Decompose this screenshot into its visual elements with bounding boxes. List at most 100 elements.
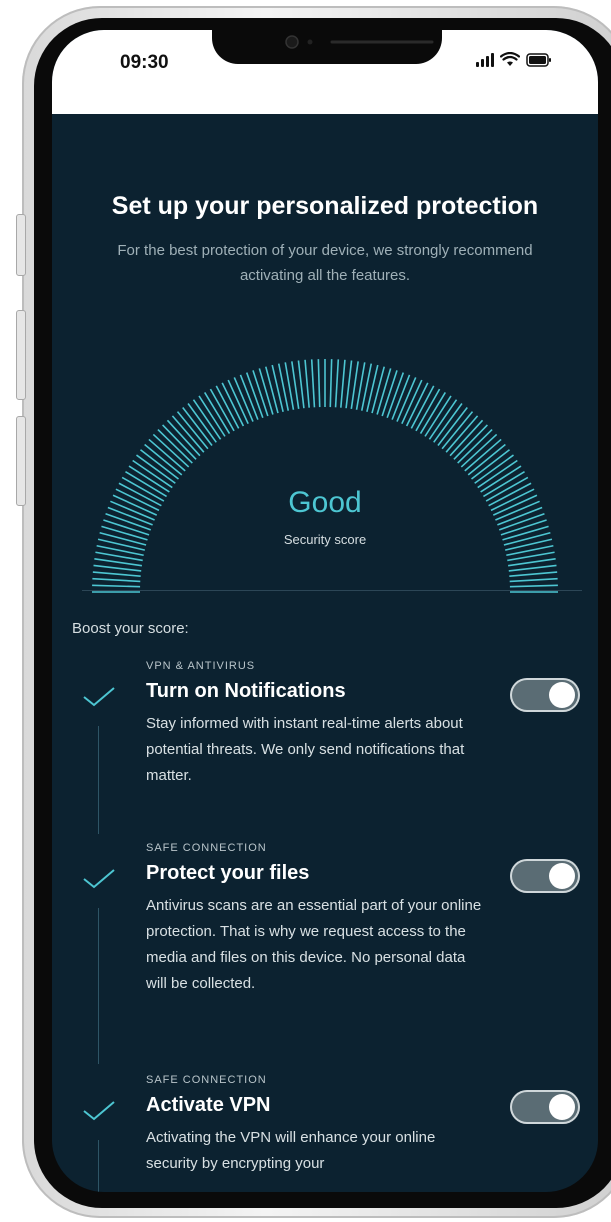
signal-icon xyxy=(476,53,494,67)
gauge-tick xyxy=(477,459,518,489)
timeline-line xyxy=(98,726,99,834)
gauge-tick xyxy=(152,433,190,468)
gauge-tick xyxy=(132,459,173,489)
gauge-tick xyxy=(148,438,186,472)
gauge-tick xyxy=(192,399,222,440)
notifications-toggle[interactable] xyxy=(510,678,580,712)
security-score-gauge xyxy=(92,359,558,593)
side-button-volume-down xyxy=(16,416,26,506)
gauge-tick xyxy=(166,419,201,457)
files-toggle[interactable] xyxy=(510,859,580,893)
gauge-tick xyxy=(182,407,213,446)
gauge-tick xyxy=(334,359,340,408)
gauge-tick xyxy=(317,359,321,408)
gauge-tick xyxy=(508,564,557,572)
check-icon xyxy=(83,687,115,707)
gauge-tick xyxy=(171,415,205,453)
feature-item-notifications: VPN & ANTIVIRUS Turn on Notifications St… xyxy=(52,654,598,834)
feature-description: Antivirus scans are an essential part of… xyxy=(146,897,482,992)
side-button-volume-up xyxy=(16,310,26,400)
gauge-tick xyxy=(449,419,484,457)
timeline-line xyxy=(98,908,99,1064)
feature-category: VPN & ANTIVIRUS xyxy=(146,660,256,672)
feature-item-vpn: SAFE CONNECTION Activate VPN Activating … xyxy=(52,1066,598,1192)
status-bar: 09:30 xyxy=(52,30,598,114)
gauge-tick xyxy=(509,584,558,588)
screen: 09:30 Set up your personalized protectio… xyxy=(52,30,598,1192)
camera-icon xyxy=(285,35,434,49)
gauge-tick xyxy=(366,364,379,412)
gauge-tick xyxy=(258,368,274,415)
page-title: Set up your personalized protection xyxy=(111,192,539,220)
gauge-tick xyxy=(271,364,284,412)
gauge-tick xyxy=(445,415,479,453)
gauge-tick xyxy=(297,360,305,409)
gauge-tick xyxy=(92,577,141,583)
feature-title: Protect your files xyxy=(146,862,310,884)
gauge-tick xyxy=(371,366,386,414)
divider xyxy=(82,590,582,591)
gauge-tick xyxy=(340,359,346,408)
gauge-tick xyxy=(209,388,235,432)
battery-icon xyxy=(526,53,551,67)
status-time: 09:30 xyxy=(120,52,169,73)
status-icons xyxy=(476,52,552,68)
boost-heading: Boost your score: xyxy=(72,620,189,637)
gauge-tick xyxy=(157,429,193,464)
gauge-tick xyxy=(453,424,488,460)
check-icon xyxy=(83,869,115,889)
gauge-tick xyxy=(92,584,141,588)
feature-description: Activating the VPN will enhance your onl… xyxy=(146,1129,436,1172)
gauge-tick xyxy=(509,571,558,577)
feature-category: SAFE CONNECTION xyxy=(146,1074,267,1086)
wifi-icon xyxy=(500,52,520,66)
timeline-line xyxy=(98,1140,99,1192)
gauge-tick xyxy=(457,429,493,464)
toggle-knob xyxy=(549,1094,575,1120)
gauge-tick xyxy=(415,388,441,432)
notch xyxy=(212,30,442,64)
feature-category: SAFE CONNECTION xyxy=(146,842,267,854)
gauge-tick xyxy=(140,449,179,480)
security-score-value: Good xyxy=(288,486,362,519)
side-button-mute xyxy=(16,214,26,276)
gauge-tick xyxy=(345,360,353,409)
security-score-label: Security score xyxy=(283,532,367,547)
gauge-tick xyxy=(329,359,333,408)
feature-title: Activate VPN xyxy=(146,1094,271,1116)
gauge-tick xyxy=(433,403,463,443)
gauge-tick xyxy=(198,395,226,437)
gauge-tick xyxy=(203,392,231,434)
gauge-tick xyxy=(176,411,209,450)
gauge-tick xyxy=(441,411,474,450)
gauge-tick xyxy=(467,443,506,476)
gauge-tick xyxy=(92,571,141,577)
gauge-tick xyxy=(509,577,558,583)
gauge-tick xyxy=(376,368,392,415)
page-subtitle: For the best protection of your device, … xyxy=(117,242,533,284)
feature-title: Turn on Notifications xyxy=(146,680,346,702)
gauge-tick xyxy=(136,454,176,484)
toggle-knob xyxy=(549,863,575,889)
toggle-knob xyxy=(549,682,575,708)
gauge-tick xyxy=(471,449,510,480)
gauge-tick xyxy=(419,392,447,434)
main-content: Set up your personalized protection For … xyxy=(52,114,598,1192)
gauge-tick xyxy=(424,395,452,437)
vpn-toggle[interactable] xyxy=(510,1090,580,1124)
gauge-tick xyxy=(464,438,502,472)
feature-item-files: SAFE CONNECTION Protect your files Antiv… xyxy=(52,834,598,1064)
feature-description: Stay informed with instant real-time ale… xyxy=(146,715,465,784)
gauge-tick xyxy=(310,359,316,408)
gauge-tick xyxy=(437,407,468,446)
gauge-tick xyxy=(144,443,183,476)
gauge-tick xyxy=(428,399,458,440)
check-icon xyxy=(83,1101,115,1121)
gauge-tick xyxy=(187,403,217,443)
gauge-tick xyxy=(162,424,197,460)
gauge-tick xyxy=(264,366,279,414)
gauge-tick xyxy=(474,454,514,484)
gauge-tick xyxy=(460,433,498,468)
gauge-tick xyxy=(304,359,310,408)
gauge-tick xyxy=(93,564,142,572)
